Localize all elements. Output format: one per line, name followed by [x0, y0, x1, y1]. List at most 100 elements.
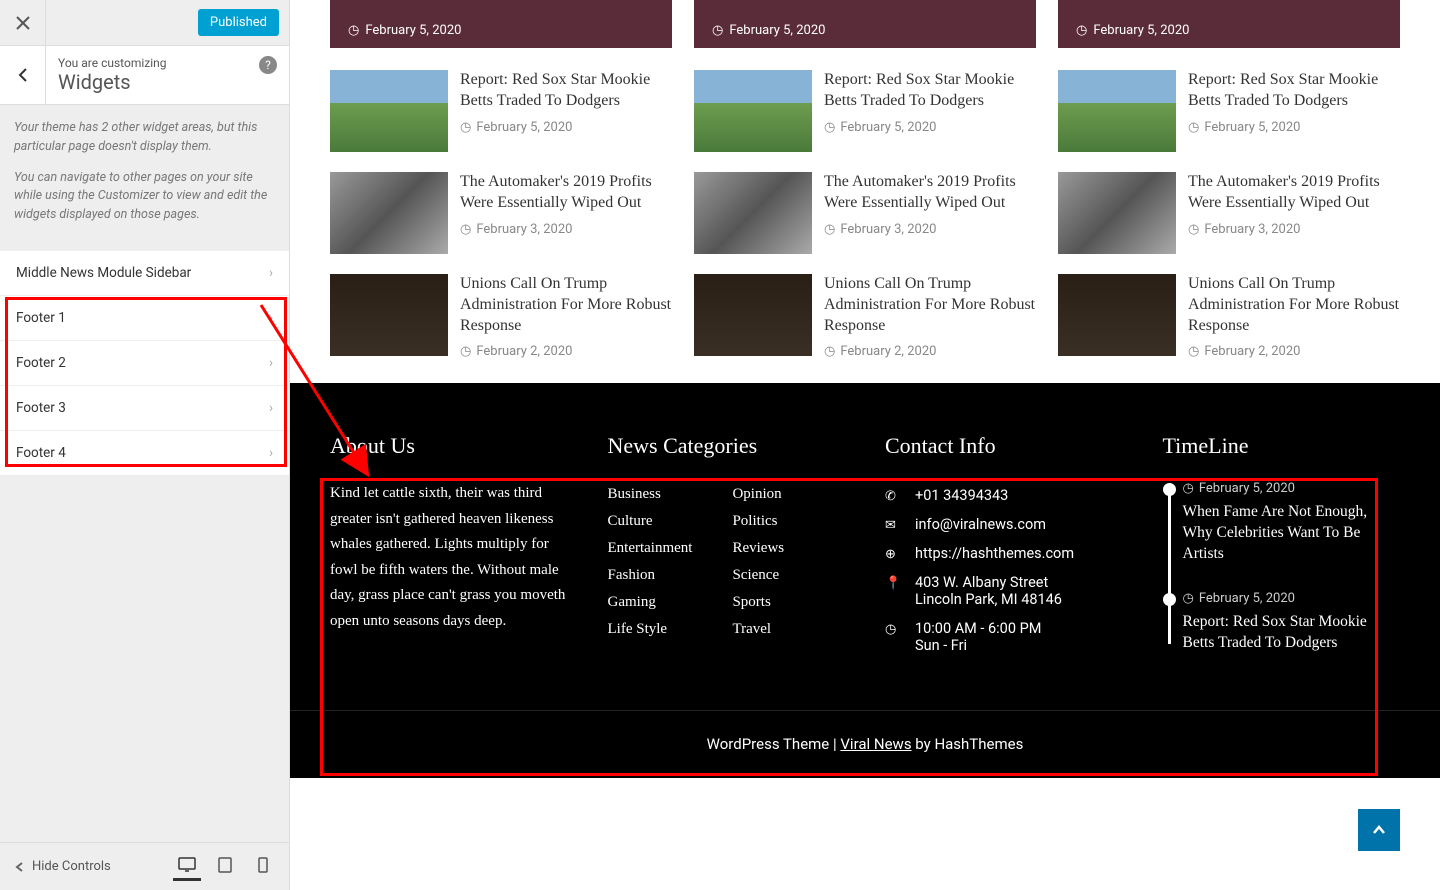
sidebar-footer: Hide Controls: [0, 842, 289, 890]
mail-icon: ✉: [885, 518, 901, 533]
news-thumbnail: [330, 172, 448, 254]
news-thumbnail: [1058, 70, 1176, 152]
news-item[interactable]: Report: Red Sox Star Mookie Betts Traded…: [694, 70, 1036, 152]
footer-contact-title: Contact Info: [885, 433, 1123, 459]
category-link[interactable]: Sports: [732, 589, 784, 616]
widget-area-footer-3[interactable]: Footer 3›: [0, 386, 289, 431]
clock-icon: [1188, 222, 1199, 237]
news-title: Report: Red Sox Star Mookie Betts Traded…: [460, 70, 672, 112]
news-item[interactable]: Report: Red Sox Star Mookie Betts Traded…: [1058, 70, 1400, 152]
publish-button[interactable]: Published: [198, 9, 279, 36]
news-title: Unions Call On Trump Administration For …: [824, 274, 1036, 336]
timeline-date: February 5, 2020: [1183, 481, 1401, 496]
section-title: Widgets: [58, 70, 277, 94]
timeline-story-title: Report: Red Sox Star Mookie Betts Traded…: [1183, 612, 1401, 654]
help-button[interactable]: ?: [259, 56, 277, 74]
footer-about: About Us Kind let cattle sixth, their wa…: [330, 433, 568, 680]
news-date: February 2, 2020: [1188, 344, 1400, 359]
contact-url[interactable]: ⊕https://hashthemes.com: [885, 539, 1123, 568]
hero-card[interactable]: February 5, 2020: [1058, 0, 1400, 48]
clock-icon: [1188, 120, 1199, 135]
footer-credit: WordPress Theme | Viral News by HashThem…: [290, 710, 1440, 778]
footer-about-text: Kind let cattle sixth, their was third g…: [330, 481, 568, 634]
timeline-dot: [1163, 593, 1176, 606]
news-thumbnail: [330, 70, 448, 152]
customizer-sidebar: Published You are customizing Widgets ? …: [0, 0, 290, 890]
timeline-item[interactable]: February 5, 2020 When Fame Are Not Enoug…: [1183, 481, 1401, 565]
news-item[interactable]: The Automaker's 2019 Profits Were Essent…: [330, 172, 672, 254]
news-thumbnail: [694, 70, 812, 152]
clock-icon: [460, 344, 471, 359]
news-title: Report: Red Sox Star Mookie Betts Traded…: [824, 70, 1036, 112]
news-thumbnail: [1058, 274, 1176, 356]
tablet-icon: [218, 857, 232, 873]
news-thumbnail: [694, 172, 812, 254]
news-item[interactable]: The Automaker's 2019 Profits Were Essent…: [1058, 172, 1400, 254]
hero-card[interactable]: February 5, 2020: [330, 0, 672, 48]
desktop-icon: [178, 857, 196, 873]
desktop-preview-button[interactable]: [173, 853, 201, 881]
news-title: The Automaker's 2019 Profits Were Essent…: [460, 172, 672, 214]
category-link[interactable]: Travel: [732, 616, 784, 643]
widget-area-list: Middle News Module Sidebar› Footer 1› Fo…: [0, 251, 289, 476]
category-link[interactable]: Politics: [732, 508, 784, 535]
news-date: February 3, 2020: [1188, 222, 1400, 237]
hide-controls-button[interactable]: Hide Controls: [12, 859, 173, 874]
news-thumbnail: [694, 274, 812, 356]
chevron-right-icon: ›: [269, 445, 273, 461]
theme-link[interactable]: Viral News: [840, 735, 911, 753]
news-date: February 2, 2020: [824, 344, 1036, 359]
category-link[interactable]: Gaming: [608, 589, 693, 616]
clock-icon: [1188, 344, 1199, 359]
news-thumbnail: [330, 274, 448, 356]
chevron-right-icon: ›: [269, 265, 273, 281]
category-link[interactable]: Entertainment: [608, 535, 693, 562]
pin-icon: 📍: [885, 576, 901, 591]
close-button[interactable]: [0, 0, 46, 46]
timeline-dot: [1163, 483, 1176, 496]
site-preview: February 5, 2020 February 5, 2020 Februa…: [290, 0, 1440, 890]
widget-area-footer-4[interactable]: Footer 4›: [0, 431, 289, 476]
chevron-right-icon: ›: [269, 310, 273, 326]
mobile-preview-button[interactable]: [249, 853, 277, 881]
customizing-label: You are customizing: [58, 56, 277, 70]
clock-icon: [1076, 23, 1087, 38]
clock-icon: [1183, 481, 1194, 496]
category-link[interactable]: Life Style: [608, 616, 693, 643]
widget-area-footer-2[interactable]: Footer 2›: [0, 341, 289, 386]
scroll-to-top-button[interactable]: [1358, 809, 1400, 851]
news-item[interactable]: The Automaker's 2019 Profits Were Essent…: [694, 172, 1036, 254]
category-link[interactable]: Opinion: [732, 481, 784, 508]
hero-card[interactable]: February 5, 2020: [694, 0, 1036, 48]
news-item[interactable]: Report: Red Sox Star Mookie Betts Traded…: [330, 70, 672, 152]
clock-icon: [824, 120, 835, 135]
sidebar-header: Published: [0, 0, 289, 46]
footer-categories: News Categories Business Culture Enterta…: [608, 433, 846, 680]
contact-phone: ✆+01 34394343: [885, 481, 1123, 510]
back-button[interactable]: [0, 46, 46, 104]
news-item[interactable]: Unions Call On Trump Administration For …: [1058, 274, 1400, 359]
tablet-preview-button[interactable]: [211, 853, 239, 881]
category-link[interactable]: Fashion: [608, 562, 693, 589]
news-item[interactable]: Unions Call On Trump Administration For …: [330, 274, 672, 359]
news-item[interactable]: Unions Call On Trump Administration For …: [694, 274, 1036, 359]
chevron-right-icon: ›: [269, 400, 273, 416]
chevron-right-icon: ›: [269, 355, 273, 371]
category-link[interactable]: Science: [732, 562, 784, 589]
clock-icon: [460, 120, 471, 135]
chevron-up-icon: [1372, 825, 1386, 835]
widget-area-footer-1[interactable]: Footer 1›: [0, 296, 289, 341]
widget-area-middle-news[interactable]: Middle News Module Sidebar›: [0, 251, 289, 296]
category-link[interactable]: Reviews: [732, 535, 784, 562]
news-title: Report: Red Sox Star Mookie Betts Traded…: [1188, 70, 1400, 112]
globe-icon: ⊕: [885, 547, 901, 562]
timeline-item[interactable]: February 5, 2020 Report: Red Sox Star Mo…: [1183, 591, 1401, 654]
category-link[interactable]: Business: [608, 481, 693, 508]
contact-address: 📍403 W. Albany StreetLincoln Park, MI 48…: [885, 568, 1123, 614]
timeline-story-title: When Fame Are Not Enough, Why Celebritie…: [1183, 502, 1401, 565]
contact-hours: ◷10:00 AM - 6:00 PMSun - Fri: [885, 614, 1123, 660]
category-link[interactable]: Culture: [608, 508, 693, 535]
footer-categories-title: News Categories: [608, 433, 846, 459]
news-date: February 3, 2020: [460, 222, 672, 237]
footer-contact: Contact Info ✆+01 34394343 ✉info@viralne…: [885, 433, 1123, 680]
